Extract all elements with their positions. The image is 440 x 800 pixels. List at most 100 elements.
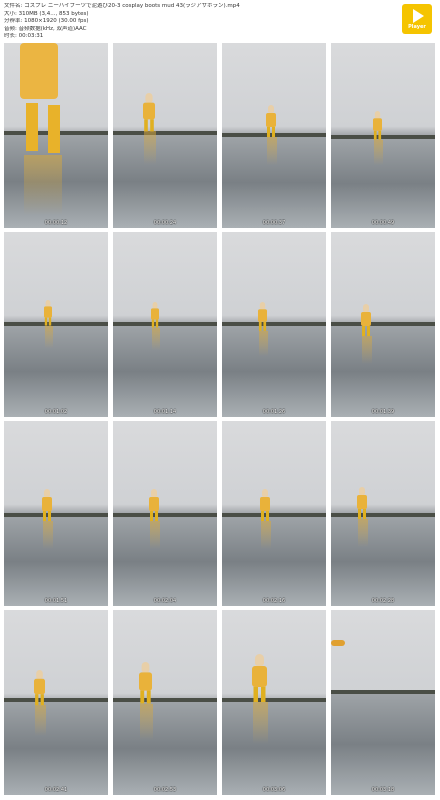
timestamp-label: 00:02:28	[371, 598, 395, 604]
raincoat-figure	[44, 300, 52, 326]
raincoat-figure	[266, 105, 276, 137]
partial-figure	[331, 640, 345, 646]
video-thumbnail[interactable]: 00:01:51	[4, 421, 108, 606]
timestamp-label: 00:02:04	[153, 598, 177, 604]
video-thumbnail[interactable]: 00:02:53	[113, 610, 217, 795]
figure-reflection	[259, 330, 268, 356]
figure-reflection	[152, 327, 160, 350]
timestamp-label: 00:01:02	[44, 409, 68, 415]
play-icon	[413, 8, 424, 23]
yellow-boot	[48, 105, 60, 153]
water-surface	[331, 139, 435, 228]
video-thumbnail[interactable]: 00:02:41	[4, 610, 108, 795]
shoreline	[331, 322, 435, 326]
water-surface	[4, 517, 108, 606]
file-info-header: 文件名: コスプレ ニーハイブーツで泥遊び20-3 cosplay boots …	[4, 3, 384, 41]
water-surface	[331, 517, 435, 606]
video-thumbnail[interactable]: 00:01:14	[113, 232, 217, 417]
water-surface	[222, 326, 326, 417]
audio-line: 音频: 音频数据(kHz, 双声道)AAC	[4, 25, 87, 32]
figure-reflection	[150, 521, 160, 549]
timestamp-label: 00:00:37	[262, 220, 286, 226]
player-label: Player	[408, 23, 426, 30]
figure-reflection	[267, 137, 277, 165]
raincoat-figure	[151, 302, 159, 328]
raincoat-figure	[258, 302, 267, 331]
shoreline	[113, 513, 217, 517]
video-thumbnail[interactable]: 00:03:18	[331, 610, 435, 795]
file-name-line: 文件名: コスプレ ニーハイブーツで泥遊び20-3 cosplay boots …	[4, 3, 240, 9]
figure-reflection	[358, 519, 368, 547]
raincoat-figure	[139, 662, 152, 704]
figure-reflection	[144, 131, 156, 165]
timestamp-label: 00:00:12	[44, 220, 68, 226]
figure-reflection	[374, 139, 383, 165]
water-surface	[4, 702, 108, 795]
raincoat-figure	[252, 654, 267, 702]
water-surface	[113, 135, 217, 228]
raincoat-figure	[149, 489, 159, 521]
timestamp-label: 00:01:26	[262, 409, 286, 415]
shoreline	[113, 322, 217, 326]
figure-reflection	[140, 703, 153, 740]
video-thumbnail[interactable]: 00:00:12	[4, 43, 108, 228]
timestamp-label: 00:00:24	[153, 220, 177, 226]
timestamp-label: 00:01:51	[44, 598, 68, 604]
video-thumbnail[interactable]: 00:02:04	[113, 421, 217, 606]
figure-reflection	[362, 336, 372, 364]
timestamp-label: 00:02:16	[262, 598, 286, 604]
timestamp-label: 00:02:53	[153, 787, 177, 793]
timestamp-label: 00:03:18	[371, 787, 395, 793]
shoreline	[222, 698, 326, 702]
resolution-line: 分辨率: 1080×1920 (30.00 fps)	[4, 18, 89, 25]
figure-reflection	[24, 155, 62, 215]
video-thumbnail[interactable]: 00:00:24	[113, 43, 217, 228]
timestamp-label: 00:01:14	[153, 409, 177, 415]
figure-reflection	[35, 705, 46, 736]
shoreline	[113, 131, 217, 135]
video-thumbnail[interactable]: 00:01:02	[4, 232, 108, 417]
shoreline	[222, 322, 326, 326]
yellow-boot	[26, 103, 38, 151]
video-thumbnail[interactable]: 00:02:16	[222, 421, 326, 606]
raincoat-figure	[34, 670, 45, 706]
video-thumbnail[interactable]: 00:01:26	[222, 232, 326, 417]
water-surface	[331, 694, 435, 795]
water-surface	[4, 326, 108, 417]
video-thumbnail[interactable]: 00:00:37	[222, 43, 326, 228]
raincoat-figure	[143, 93, 155, 132]
raincoat-figure	[373, 111, 382, 140]
player-badge[interactable]: Player	[402, 4, 432, 34]
file-size-line: 大小: 310MB (3,4..., 853 bytes)	[4, 10, 89, 17]
raincoat-figure	[361, 304, 371, 336]
timestamp-label: 00:00:49	[371, 220, 395, 226]
timestamp-label: 00:02:41	[44, 787, 68, 793]
thumbnail-grid: 00:00:12 00:00:24 00:00:37 00:00:49 00:01:02…	[4, 43, 435, 795]
video-thumbnail[interactable]: 00:01:39	[331, 232, 435, 417]
water-surface	[222, 702, 326, 795]
timestamp-label: 00:03:06	[262, 787, 286, 793]
video-thumbnail[interactable]: 00:00:49	[331, 43, 435, 228]
timestamp-label: 00:01:39	[371, 409, 395, 415]
water-surface	[331, 326, 435, 417]
raincoat-figure	[357, 487, 367, 519]
shoreline	[331, 513, 435, 517]
figure-reflection	[261, 521, 271, 549]
shoreline	[222, 513, 326, 517]
figure-reflection	[43, 521, 53, 549]
video-thumbnail[interactable]: 00:03:06	[222, 610, 326, 795]
water-surface	[113, 702, 217, 795]
shoreline	[331, 135, 435, 139]
raincoat-figure	[20, 43, 58, 99]
water-surface	[113, 517, 217, 606]
water-surface	[113, 326, 217, 417]
video-thumbnail[interactable]: 00:02:28	[331, 421, 435, 606]
shoreline	[4, 698, 108, 702]
raincoat-figure	[260, 489, 270, 521]
duration-line: 时长: 00:03:31	[4, 33, 44, 40]
water-surface	[222, 517, 326, 606]
figure-reflection	[253, 702, 268, 744]
shoreline	[113, 698, 217, 702]
shoreline	[4, 513, 108, 517]
figure-reflection	[45, 325, 53, 348]
